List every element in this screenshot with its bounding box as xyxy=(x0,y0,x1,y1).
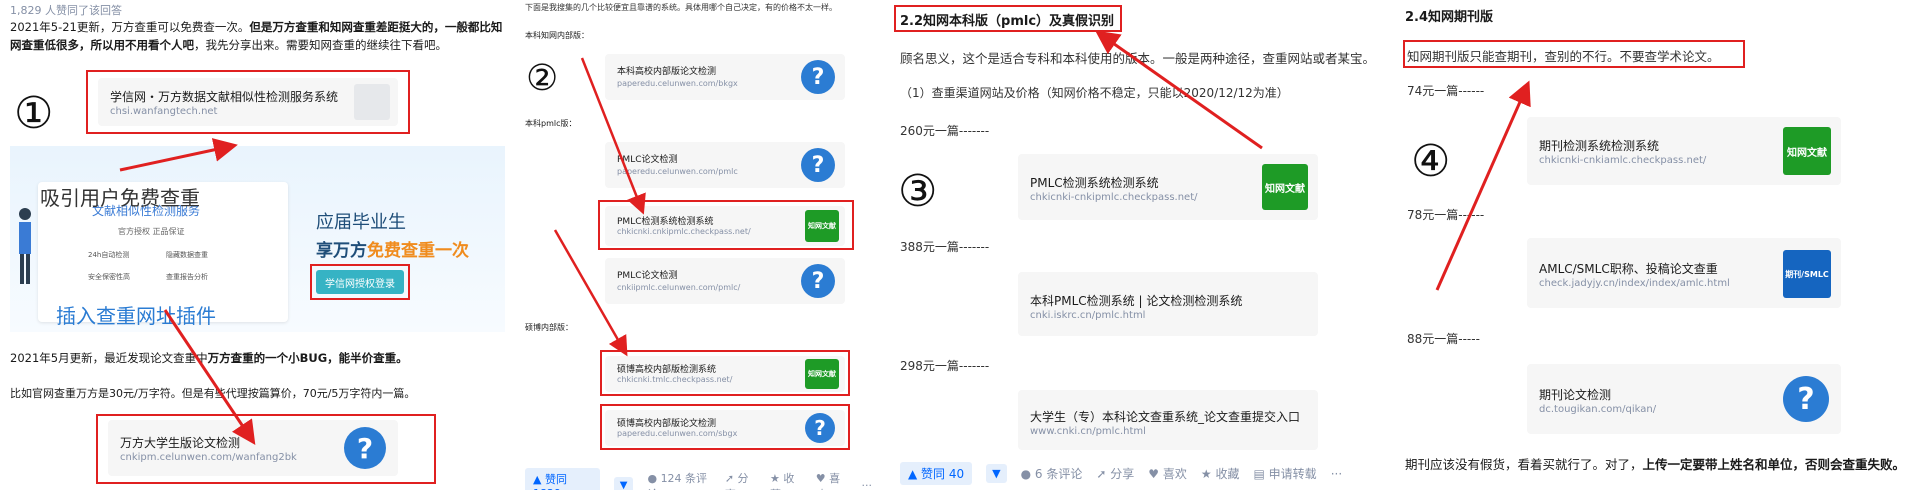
footer-bold: 上传一定要带上姓名和单位，否则会查重失败。 xyxy=(1642,457,1906,472)
like-button[interactable]: ♥ 喜欢 xyxy=(1148,465,1187,482)
panel-pmlc: 2.2知网本科版（pmlc）及真假识别 顾名思义，这个是适合专科和本科使用的版本… xyxy=(890,0,1370,490)
upvote-button[interactable]: ▲ 赞同 1829 xyxy=(525,468,600,490)
heart-icon: ♥ xyxy=(815,471,826,485)
comment-button[interactable]: ● 6 条评论 xyxy=(1021,465,1083,482)
star-icon: ★ xyxy=(769,471,780,485)
more-button[interactable]: ··· xyxy=(1331,467,1342,481)
share-icon: ➚ xyxy=(724,471,735,485)
share-button[interactable]: ➚ 分享 xyxy=(1096,465,1134,482)
like-label: 喜欢 xyxy=(1162,467,1187,481)
footer-text: 期刊应该没有假货，看着买就行了。对了， xyxy=(1405,457,1643,472)
comment-icon: ● xyxy=(647,471,658,485)
downvote-button[interactable]: ▼ xyxy=(986,464,1007,483)
reprint-label: 申请转载 xyxy=(1268,467,1317,481)
comment-label: 6 条评论 xyxy=(1034,467,1083,481)
comment-icon: ● xyxy=(1020,467,1032,481)
share-label: 分享 xyxy=(1110,467,1135,481)
panel-cnki-options: 下面是我搜集的几个比较便宜且靠谱的系统。具体用哪个自己决定，有的价格不太一样。 … xyxy=(520,0,872,490)
favorite-button[interactable]: ★ 收藏 xyxy=(1201,465,1240,482)
reprint-button[interactable]: ▤ 申请转载 xyxy=(1254,465,1317,482)
favorite-button[interactable]: ★ 收藏 xyxy=(770,470,802,490)
share-button[interactable]: ➚ 分享 xyxy=(725,470,756,490)
reprint-icon: ▤ xyxy=(1253,467,1265,481)
annotation-arrows xyxy=(1435,80,1531,291)
more-button[interactable]: ··· xyxy=(861,479,872,490)
footer-note: 期刊应该没有假货，看着买就行了。对了，上传一定要带上姓名和单位，否则会查重失败。 xyxy=(1405,454,1905,473)
star-icon: ★ xyxy=(1200,467,1212,481)
action-bar: ▲ 赞同 40 ▼ ● 6 条评论 ➚ 分享 ♥ 喜欢 ★ 收藏 ▤ 申请转载 … xyxy=(900,462,1342,485)
heart-icon: ♥ xyxy=(1148,467,1160,481)
downvote-button[interactable]: ▼ xyxy=(613,477,634,490)
comment-label: 124 条评论 xyxy=(647,471,708,490)
like-button[interactable]: ♥ 喜欢 xyxy=(816,470,848,490)
annotation-arrows xyxy=(553,57,646,357)
action-bar: ▲ 赞同 1829 ▼ ● 124 条评论 ➚ 分享 ★ 收藏 ♥ 喜欢 ··· xyxy=(525,468,872,490)
upvote-button[interactable]: ▲ 赞同 40 xyxy=(900,462,973,485)
share-icon: ➚ xyxy=(1096,467,1107,481)
comment-button[interactable]: ● 124 条评论 xyxy=(647,470,710,490)
annotation-arrows xyxy=(1095,30,1263,150)
favorite-label: 收藏 xyxy=(1215,467,1240,481)
panel-journal: 2.4知网期刊版 知网期刊版只能查期刊，查别的不行。不要查学术论文。 74元一篇… xyxy=(1395,0,1920,490)
panel-wanfang: 1,829 人赞同了该回答 2021年5-21更新，万方查重可以免费查一次。但是… xyxy=(0,0,510,490)
annotation-arrows xyxy=(119,138,256,445)
